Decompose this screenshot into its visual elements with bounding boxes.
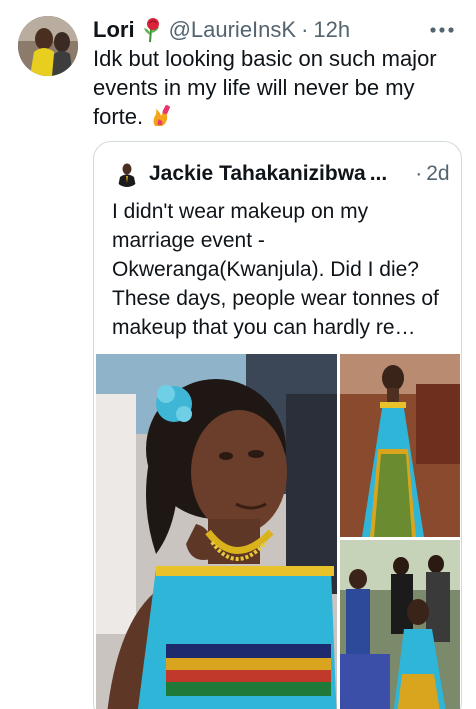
tweet-text: Idk but looking basic on such major even… — [93, 44, 453, 131]
quoted-author-name[interactable]: Jackie Tahakanizibwa — [149, 162, 366, 186]
author-avatar[interactable] — [18, 16, 78, 76]
tweet-timestamp[interactable]: 12h — [313, 17, 350, 43]
woman-with-guests-photo[interactable] — [340, 540, 460, 709]
quoted-media-grid — [96, 354, 460, 709]
more-options-button[interactable] — [426, 18, 458, 42]
quoted-author-avatar[interactable] — [114, 161, 140, 187]
more-horizontal-icon — [430, 27, 454, 33]
nail-polish-emoji-icon — [149, 104, 173, 128]
tweet-text-body: Idk but looking basic on such major even… — [93, 46, 437, 129]
quoted-timestamp[interactable]: 2d — [426, 162, 449, 186]
rose-emoji-icon — [141, 17, 163, 43]
author-name[interactable]: Lori — [93, 17, 135, 43]
woman-standing-blue-kente-dress-photo[interactable] — [340, 354, 460, 537]
header-separator: · — [301, 17, 309, 42]
quoted-header-separator: · — [415, 162, 423, 185]
quoted-tweet-text: I didn't wear makeup on my marriage even… — [112, 200, 439, 339]
quoted-tweet[interactable]: Jackie Tahakanizibwa ... · 2d I didn't w… — [93, 141, 462, 709]
tweet-header: Lori @LaurieInsK · 12h — [93, 14, 350, 46]
author-handle[interactable]: @LaurieInsK — [169, 17, 297, 43]
woman-smiling-blue-dress-photo[interactable] — [96, 354, 337, 709]
quoted-tweet-header: Jackie Tahakanizibwa ... · 2d — [114, 158, 450, 190]
tweet[interactable]: Lori @LaurieInsK · 12h Idk but looking b… — [0, 0, 476, 709]
quoted-name-ellipsis: ... — [369, 162, 388, 185]
